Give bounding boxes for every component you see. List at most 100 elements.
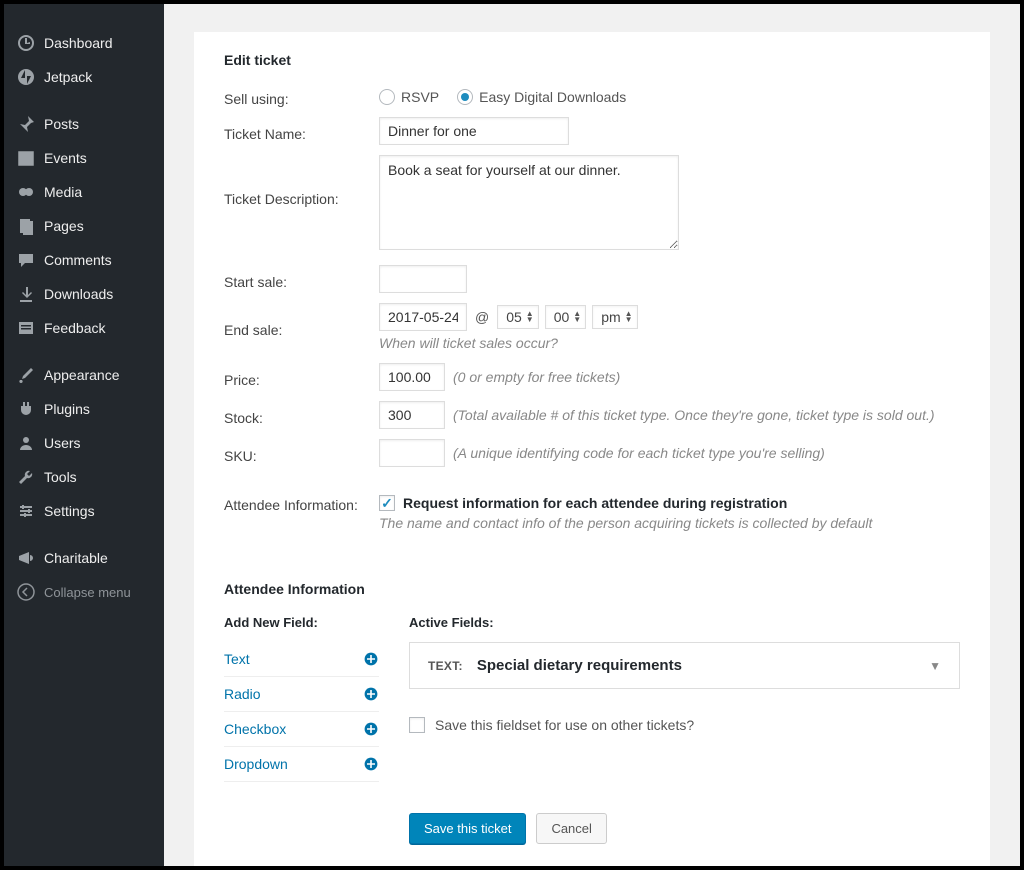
sidebar-label: Charitable [44,550,108,566]
pages-icon [16,216,36,236]
field-type-label: Radio [224,686,261,702]
sidebar-item-media[interactable]: Media [4,175,164,209]
price-hint: (0 or empty for free tickets) [453,369,620,385]
plus-icon [363,651,379,667]
start-sale-label: Start sale: [224,269,379,290]
wrench-icon [16,467,36,487]
sidebar-label: Events [44,150,87,166]
field-type-text[interactable]: Text [224,642,379,677]
price-input[interactable] [379,363,445,391]
collapse-menu[interactable]: Collapse menu [4,575,164,609]
end-minute-select[interactable]: 00▲▼ [545,305,587,329]
sell-edd-radio[interactable]: Easy Digital Downloads [457,89,626,105]
sidebar-label: Appearance [44,367,120,383]
sidebar-item-charitable[interactable]: Charitable [4,541,164,575]
sidebar-item-plugins[interactable]: Plugins [4,392,164,426]
sidebar-item-pages[interactable]: Pages [4,209,164,243]
sale-hint: When will ticket sales occur? [379,335,960,351]
radio-label: Easy Digital Downloads [479,89,626,105]
active-field-row[interactable]: TEXT: Special dietary requirements ▼ [409,642,960,689]
field-type-label: Text [224,651,250,667]
stock-input[interactable] [379,401,445,429]
active-field-name: Special dietary requirements [477,657,682,674]
attendee-checkbox-label: Request information for each attendee du… [403,495,787,511]
plug-icon [16,399,36,419]
sidebar-item-settings[interactable]: Settings [4,494,164,528]
field-type-label: Checkbox [224,721,286,737]
save-ticket-button[interactable]: Save this ticket [409,813,526,844]
sidebar-label: Posts [44,116,79,132]
collapse-label: Collapse menu [44,585,131,600]
field-type-checkbox[interactable]: Checkbox [224,712,379,747]
sidebar-label: Users [44,435,81,451]
attendee-section-heading: Attendee Information [224,581,960,597]
calendar-icon [16,148,36,168]
sidebar-label: Settings [44,503,95,519]
sidebar-item-events[interactable]: Events [4,141,164,175]
sidebar-label: Comments [44,252,112,268]
attendee-info-checkbox[interactable] [379,495,395,511]
user-icon [16,433,36,453]
ticket-name-input[interactable] [379,117,569,145]
end-sale-date-input[interactable] [379,303,467,331]
attendee-info-label: Attendee Information: [224,495,379,513]
sidebar-item-appearance[interactable]: Appearance [4,358,164,392]
sidebar-label: Jetpack [44,69,92,85]
active-fields-label: Active Fields: [409,615,960,630]
sidebar-item-downloads[interactable]: Downloads [4,277,164,311]
sidebar-label: Downloads [44,286,113,302]
save-fieldset-label: Save this fieldset for use on other tick… [435,717,694,733]
stock-hint: (Total available # of this ticket type. … [453,407,935,423]
sidebar-item-jetpack[interactable]: Jetpack [4,60,164,94]
field-type-label: Dropdown [224,756,288,772]
settings-icon [16,501,36,521]
price-label: Price: [224,367,379,388]
sidebar-item-posts[interactable]: Posts [4,107,164,141]
active-field-type: TEXT: [428,659,463,673]
megaphone-icon [16,548,36,568]
admin-sidebar: Dashboard Jetpack Posts Events Media Pag… [4,4,164,866]
spinner-icon: ▲▼ [625,311,633,323]
chevron-down-icon: ▼ [929,659,941,673]
radio-icon [457,89,473,105]
ticket-desc-label: Ticket Description: [224,155,379,207]
jetpack-icon [16,67,36,87]
start-sale-input[interactable] [379,265,467,293]
spinner-icon: ▲▼ [573,311,581,323]
sidebar-item-feedback[interactable]: Feedback [4,311,164,345]
cancel-button[interactable]: Cancel [536,813,606,844]
end-ampm-select[interactable]: pm▲▼ [592,305,637,329]
sidebar-item-dashboard[interactable]: Dashboard [4,26,164,60]
ticket-name-label: Ticket Name: [224,121,379,142]
edit-ticket-heading: Edit ticket [224,52,960,68]
dashboard-icon [16,33,36,53]
sidebar-item-users[interactable]: Users [4,426,164,460]
sku-label: SKU: [224,443,379,464]
media-icon [16,182,36,202]
field-type-radio[interactable]: Radio [224,677,379,712]
radio-label: RSVP [401,89,439,105]
ticket-desc-textarea[interactable] [379,155,679,250]
spinner-icon: ▲▼ [526,311,534,323]
sidebar-label: Dashboard [44,35,113,51]
plus-icon [363,686,379,702]
sell-rsvp-radio[interactable]: RSVP [379,89,439,105]
save-fieldset-checkbox[interactable] [409,717,425,733]
end-hour-select[interactable]: 05▲▼ [497,305,539,329]
sidebar-label: Media [44,184,82,200]
field-type-dropdown[interactable]: Dropdown [224,747,379,782]
sku-input[interactable] [379,439,445,467]
plus-icon [363,756,379,772]
sku-hint: (A unique identifying code for each tick… [453,445,825,461]
brush-icon [16,365,36,385]
feedback-icon [16,318,36,338]
comment-icon [16,250,36,270]
download-icon [16,284,36,304]
stock-label: Stock: [224,405,379,426]
pin-icon [16,114,36,134]
sidebar-label: Plugins [44,401,90,417]
sell-using-label: Sell using: [224,86,379,107]
sidebar-item-tools[interactable]: Tools [4,460,164,494]
end-sale-label: End sale: [224,317,379,338]
sidebar-item-comments[interactable]: Comments [4,243,164,277]
